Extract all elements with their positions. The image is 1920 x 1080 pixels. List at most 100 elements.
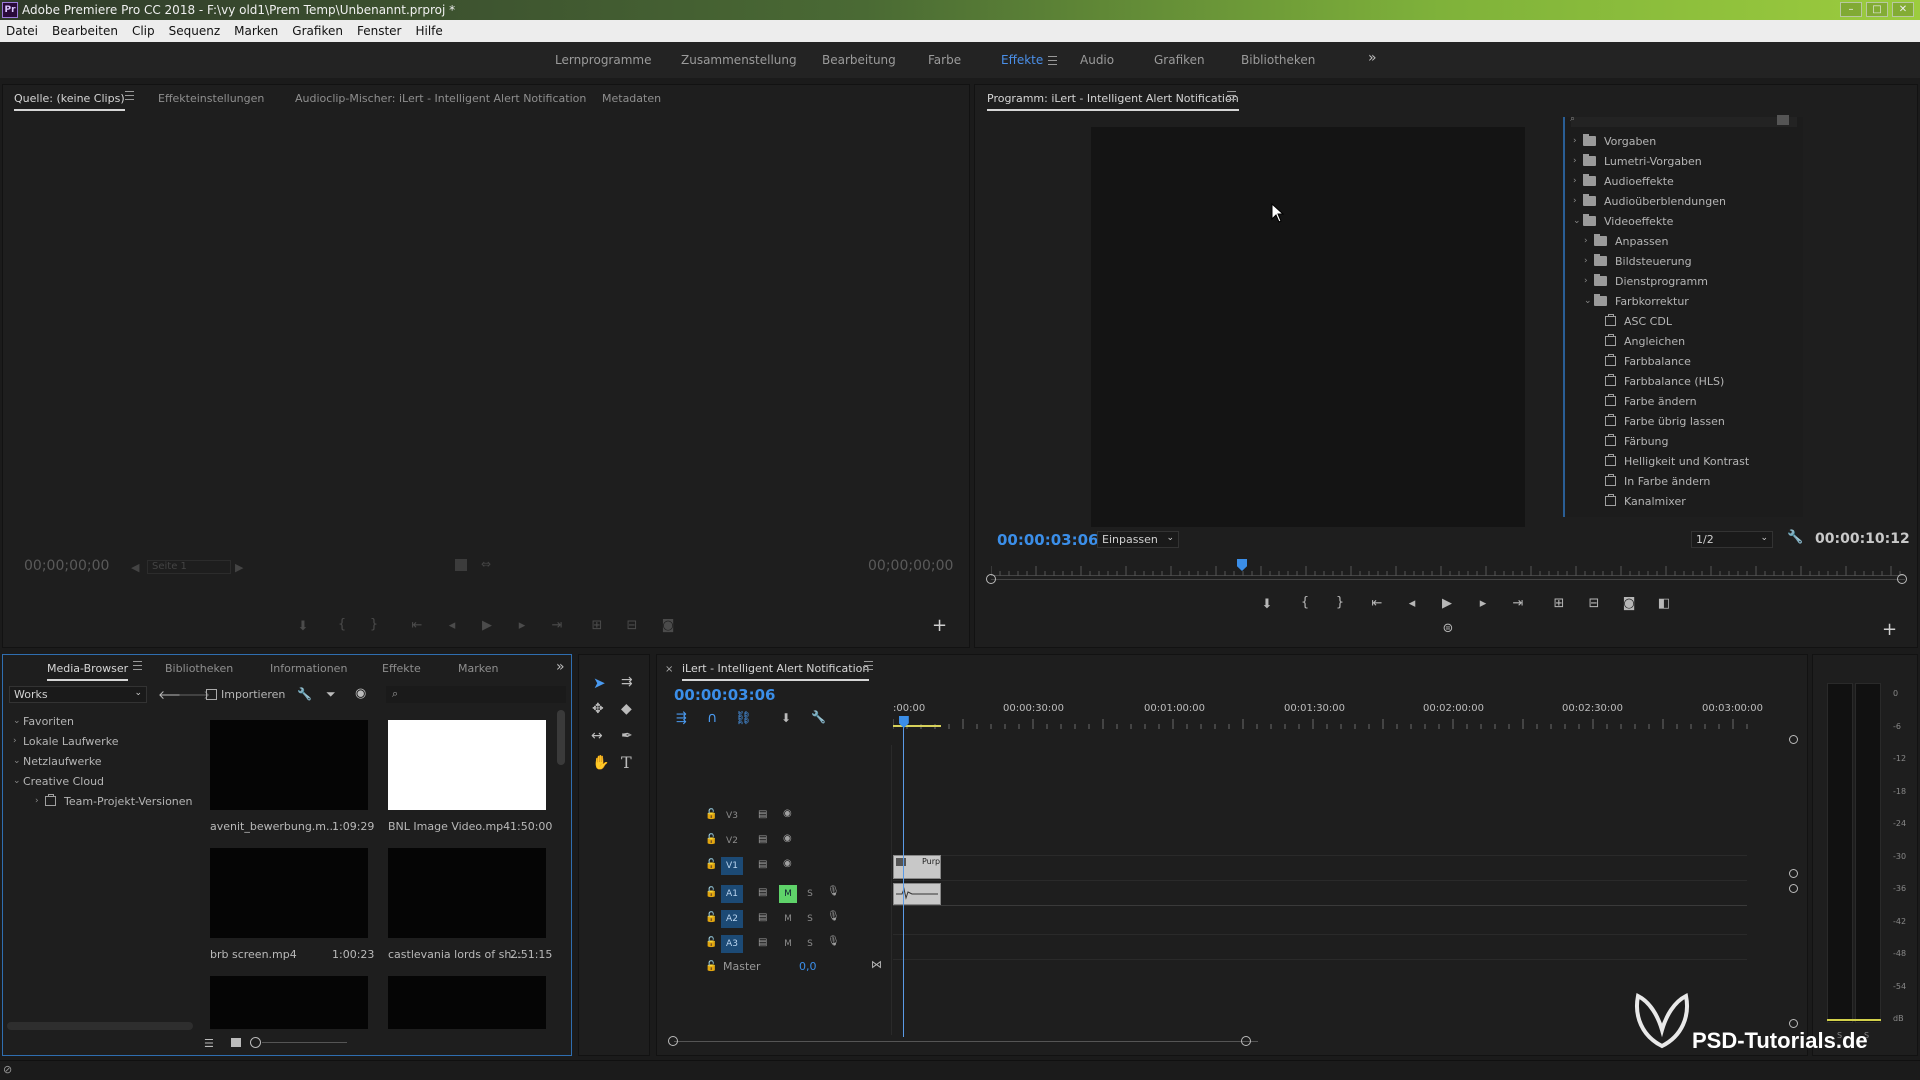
media-thumbnail[interactable]: [388, 720, 546, 810]
workspace-tab-grafiken[interactable]: Grafiken: [1154, 53, 1205, 67]
eye-icon[interactable]: ◉: [783, 808, 792, 819]
track-target-a3[interactable]: A3: [721, 935, 743, 953]
add-marker-icon[interactable]: ⬇: [781, 711, 791, 725]
tab-quelle[interactable]: Quelle: (keine Clips): [14, 92, 125, 111]
chevron-right-icon[interactable]: ›: [1573, 136, 1583, 146]
effects-tree-item[interactable]: Färbung: [1595, 433, 1669, 449]
chevron-right-icon[interactable]: ›: [35, 796, 45, 806]
program-extract-icon[interactable]: ⊟: [1585, 596, 1603, 611]
source-marker-icon[interactable]: ⬇: [294, 619, 312, 634]
type-tool-icon[interactable]: T: [621, 753, 632, 772]
icon-view-icon[interactable]: [231, 1038, 241, 1047]
program-step-back-icon[interactable]: ◂: [1403, 596, 1421, 611]
maximize-button[interactable]: □: [1866, 2, 1888, 17]
tab-bibliotheken[interactable]: Bibliotheken: [165, 662, 233, 675]
chevron-right-icon[interactable]: ›: [1573, 196, 1583, 206]
source-mark-in-icon[interactable]: {: [333, 617, 351, 632]
tab-effekte[interactable]: Effekte: [382, 662, 421, 675]
selection-tool-icon[interactable]: ➤: [593, 674, 606, 692]
chevron-right-icon[interactable]: ›: [1584, 256, 1594, 266]
media-thumbnail[interactable]: [388, 848, 546, 938]
microphone-icon[interactable]: 🎙: [827, 886, 840, 897]
tab-audioclip-mischer[interactable]: Audioclip-Mischer: iLert - Intelligent A…: [295, 92, 586, 105]
tree-scrollbar[interactable]: [7, 1022, 193, 1030]
video-clip[interactable]: Purp: [893, 855, 941, 879]
chevron-down-icon[interactable]: ⌄: [1584, 296, 1594, 306]
source-play-icon[interactable]: ▶: [478, 618, 496, 633]
effects-tree-item[interactable]: Farbe übrig lassen: [1595, 413, 1725, 429]
tab-informationen[interactable]: Informationen: [270, 662, 347, 675]
source-overwrite-icon[interactable]: ⊟: [623, 618, 641, 633]
source-step-back-icon[interactable]: ◂: [443, 618, 461, 633]
media-tree-item[interactable]: › Lokale Laufwerke: [13, 733, 118, 749]
media-tree-item[interactable]: ⌄ Favoriten: [13, 713, 74, 729]
chevron-right-icon[interactable]: ›: [1584, 276, 1594, 286]
track-target-a1[interactable]: A1: [721, 885, 743, 903]
effects-tree-item[interactable]: ASC CDL: [1595, 313, 1672, 329]
pen-tool-icon[interactable]: ✒: [621, 728, 633, 744]
effects-tree-item[interactable]: › Dienstprogramm: [1584, 273, 1708, 289]
source-goto-in-icon[interactable]: ⇤: [408, 618, 426, 633]
snap-magnet-icon[interactable]: ∩: [707, 710, 717, 726]
video-scroll-handle-bottom[interactable]: [1789, 869, 1798, 878]
eye-icon[interactable]: ◉: [783, 858, 792, 869]
program-menu-icon[interactable]: [1227, 91, 1236, 100]
source-insert-icon[interactable]: ⊞: [588, 618, 606, 633]
effects-tree-item[interactable]: › Anpassen: [1584, 233, 1668, 249]
effects-search-input[interactable]: [1571, 117, 1797, 127]
menu-datei[interactable]: Datei: [6, 24, 38, 38]
chevron-right-icon[interactable]: ›: [1584, 236, 1594, 246]
list-view-icon[interactable]: ☰: [204, 1037, 214, 1050]
master-ends-icon[interactable]: ⋈: [871, 958, 882, 971]
tab-marken[interactable]: Marken: [458, 662, 498, 675]
linked-selection-icon[interactable]: ⛓: [735, 711, 752, 726]
source-add-button[interactable]: +: [932, 615, 947, 636]
eye-icon[interactable]: ◉: [783, 833, 792, 844]
effects-tree-item[interactable]: In Farbe ändern: [1595, 473, 1710, 489]
workspace-tab-effekte[interactable]: Effekte: [1001, 53, 1043, 67]
effects-tree-item[interactable]: Farbe ändern: [1595, 393, 1697, 409]
razor-tool-icon[interactable]: ◆: [621, 701, 632, 717]
wrench-icon[interactable]: 🔧: [297, 687, 312, 701]
sync-lock-icon[interactable]: ▤: [758, 887, 767, 898]
workspace-menu-icon[interactable]: [1048, 56, 1057, 65]
program-step-forward-icon[interactable]: ▸: [1474, 596, 1492, 611]
menu-sequenz[interactable]: Sequenz: [169, 24, 221, 38]
effects-tree-item[interactable]: Angleichen: [1595, 333, 1685, 349]
effects-tree-item[interactable]: › Bildsteuerung: [1584, 253, 1692, 269]
tab-media-browser[interactable]: Media-Browser: [47, 662, 129, 681]
lock-icon[interactable]: 🔓: [705, 859, 717, 870]
source-step-forward-icon[interactable]: ▸: [513, 618, 531, 633]
sequence-menu-icon[interactable]: [864, 661, 873, 670]
program-zoom-bar[interactable]: [991, 579, 1905, 580]
track-target-v2[interactable]: V2: [721, 832, 743, 850]
program-marker-icon[interactable]: ⬇: [1258, 597, 1276, 612]
new-bin-icon[interactable]: [1777, 115, 1789, 125]
view-eye-icon[interactable]: ◉: [355, 686, 366, 701]
location-select[interactable]: Works ⌄: [9, 686, 147, 703]
workspace-tab-bearbeitung[interactable]: Bearbeitung: [822, 53, 896, 67]
source-page-select[interactable]: Seite 1: [147, 560, 231, 574]
menu-bearbeiten[interactable]: Bearbeiten: [52, 24, 118, 38]
lock-icon[interactable]: 🔓: [705, 961, 717, 972]
effects-tree-item[interactable]: Helligkeit und Kontrast: [1595, 453, 1749, 469]
media-thumbnail[interactable]: [210, 720, 368, 810]
workspace-tab-farbe[interactable]: Farbe: [928, 53, 961, 67]
source-safe-margins-icon[interactable]: [455, 559, 467, 571]
audio-clip[interactable]: [893, 883, 941, 905]
lock-icon[interactable]: 🔓: [705, 809, 717, 820]
chevron-right-icon[interactable]: ›: [1573, 176, 1583, 186]
zoom-slider-handle[interactable]: [250, 1037, 261, 1048]
master-volume[interactable]: 0,0: [799, 960, 817, 973]
chevron-down-icon[interactable]: ⌄: [13, 776, 23, 786]
video-scroll-handle-top[interactable]: [1789, 735, 1798, 744]
sync-lock-icon[interactable]: ▤: [758, 809, 767, 820]
media-thumbnail[interactable]: [210, 848, 368, 938]
mute-button[interactable]: M: [779, 935, 797, 953]
workspace-tab-bibliotheken[interactable]: Bibliotheken: [1241, 53, 1315, 67]
media-tree-item[interactable]: ⌄ Creative Cloud: [13, 773, 104, 789]
program-resolution-select[interactable]: 1/2 ⌄: [1691, 531, 1773, 548]
chevron-down-icon[interactable]: ⌄: [13, 756, 23, 766]
program-zoom-handle-left[interactable]: [986, 574, 996, 584]
solo-button[interactable]: S: [803, 935, 817, 953]
